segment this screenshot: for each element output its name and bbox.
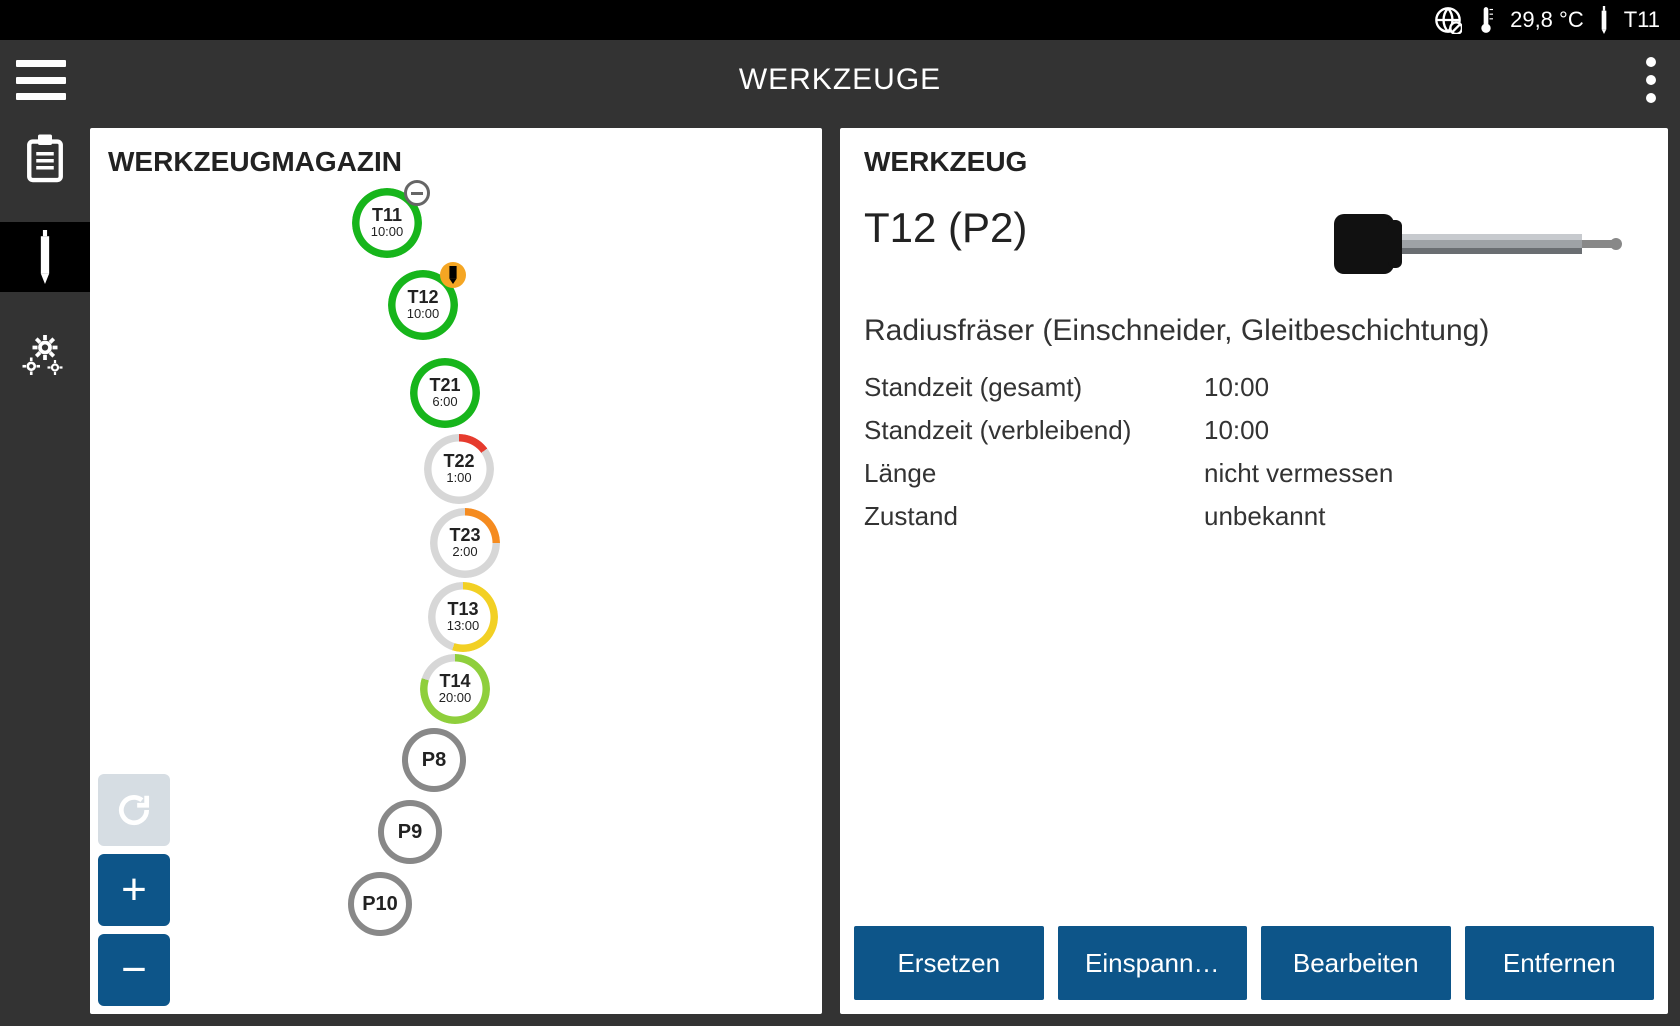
slot-label: T12 [407,288,438,306]
slot-time: 10:00 [371,224,404,240]
tool-description: Radiusfräser (Einschneider, Gleitbeschic… [864,314,1644,348]
zoom-controls: + − [98,774,170,1006]
minus-icon [404,180,430,206]
thermometer-icon [1476,6,1496,34]
magazine-slot-p10[interactable]: P10 [348,872,412,936]
bearbeiten-button[interactable]: Bearbeiten [1261,926,1451,1000]
magazine-title: WERKZEUGMAGAZIN [108,146,810,178]
magazine-slot-p9[interactable]: P9 [378,800,442,864]
prop-standzeit-gesamt-label: Standzeit (gesamt) [864,372,1204,403]
more-icon[interactable] [1646,57,1656,103]
magazine-slot-t11[interactable]: T1110:00 [352,188,422,258]
prop-zustand-label: Zustand [864,501,1204,532]
tool-properties: Standzeit (gesamt) 10:00 Standzeit (verb… [864,372,1644,544]
title-bar: WERKZEUGE [0,40,1680,120]
prop-standzeit-gesamt-value: 10:00 [1204,372,1269,403]
slot-time: 6:00 [432,394,457,410]
tool-graphic [1067,204,1644,284]
tool-magazine-panel: WERKZEUGMAGAZIN T1110:00T1210:00T216:00T… [90,128,822,1014]
slot-label: P9 [398,822,422,842]
sidebar-item-jobs[interactable] [0,124,90,194]
status-bar: 29,8 °C T11 [0,0,1680,40]
tool-detail-panel: WERKZEUG T12 (P2) [840,128,1668,1014]
tool-warn-icon [440,262,466,288]
slot-time: 10:00 [407,306,440,322]
page-title: WERKZEUGE [739,63,941,97]
slot-label: T21 [429,376,460,394]
magazine-slot-t21[interactable]: T216:00 [410,358,480,428]
slot-time: 13:00 [447,618,480,634]
magazine-slot-p8[interactable]: P8 [402,728,466,792]
sidebar-item-tools[interactable] [0,222,90,292]
slot-label: P10 [362,894,398,914]
prop-standzeit-verbleibend-value: 10:00 [1204,415,1269,446]
detail-title: WERKZEUG [864,146,1644,178]
content-area: WERKZEUGMAGAZIN T1110:00T1210:00T216:00T… [90,120,1680,1026]
entfernen-button[interactable]: Entfernen [1465,926,1655,1000]
magazine-slot-t13[interactable]: T1313:00 [428,582,498,652]
temperature-value: 29,8 °C [1510,7,1584,33]
slot-label: T22 [443,452,474,470]
slot-time: 20:00 [439,690,472,706]
slot-label: T13 [447,600,478,618]
magazine-arc: T1110:00T1210:00T216:00T221:00T232:00T13… [108,184,810,1002]
zoom-reset-button[interactable] [98,774,170,846]
slot-time: 2:00 [452,544,477,560]
slot-time: 1:00 [446,470,471,486]
slot-label: P8 [422,750,446,770]
sidebar-item-settings[interactable] [0,320,90,390]
magazine-slot-t23[interactable]: T232:00 [430,508,500,578]
magazine-slot-t22[interactable]: T221:00 [424,434,494,504]
ersetzen-button[interactable]: Ersetzen [854,926,1044,1000]
zoom-out-button[interactable]: − [98,934,170,1006]
tool-name: T12 (P2) [864,204,1027,252]
slot-label: T23 [449,526,480,544]
globe-no-network-icon [1434,6,1462,34]
active-tool-value: T11 [1624,7,1660,33]
active-tool-icon [1598,6,1610,34]
einspannen-button[interactable]: Einspann… [1058,926,1248,1000]
slot-label: T11 [372,206,402,224]
sidebar [0,120,90,1026]
slot-label: T14 [439,672,470,690]
action-bar: Ersetzen Einspann… Bearbeiten Entfernen [854,926,1654,1000]
prop-zustand-value: unbekannt [1204,501,1325,532]
prop-standzeit-verbleibend-label: Standzeit (verbleibend) [864,415,1204,446]
prop-laenge-label: Länge [864,458,1204,489]
magazine-slot-t14[interactable]: T1420:00 [420,654,490,724]
menu-icon[interactable] [16,60,66,100]
zoom-in-button[interactable]: + [98,854,170,926]
magazine-slot-t12[interactable]: T1210:00 [388,270,458,340]
prop-laenge-value: nicht vermessen [1204,458,1393,489]
